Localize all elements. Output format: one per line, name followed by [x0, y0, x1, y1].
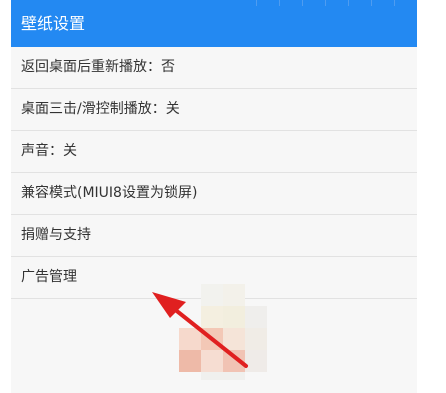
setting-return-desktop-replay[interactable]: 返回桌面后重新播放：否 [11, 47, 417, 89]
setting-desktop-triple-tap-control[interactable]: 桌面三击/滑控制播放：关 [11, 89, 417, 131]
mosaic-watermark [179, 284, 267, 380]
app-screen: 壁纸设置 返回桌面后重新播放：否 桌面三击/滑控制播放：关 声音：关 兼容模式(… [11, 0, 417, 393]
settings-list: 返回桌面后重新播放：否 桌面三击/滑控制播放：关 声音：关 兼容模式(MIUI8… [11, 47, 417, 299]
setting-compat-mode[interactable]: 兼容模式(MIUI8设置为锁屏) [11, 173, 417, 215]
setting-sound[interactable]: 声音：关 [11, 131, 417, 173]
setting-label: 捐赠与支持 [21, 227, 91, 243]
status-bar-remnant [256, 0, 417, 6]
setting-label: 兼容模式(MIUI8设置为锁屏) [21, 185, 198, 201]
page-header: 壁纸设置 [11, 0, 417, 47]
setting-label: 广告管理 [21, 269, 77, 285]
setting-label: 返回桌面后重新播放：否 [21, 59, 175, 75]
setting-donate-support[interactable]: 捐赠与支持 [11, 215, 417, 257]
setting-label: 桌面三击/滑控制播放：关 [21, 101, 180, 117]
page-title: 壁纸设置 [21, 14, 86, 33]
setting-label: 声音：关 [21, 143, 77, 159]
screenshot-frame: 壁纸设置 返回桌面后重新播放：否 桌面三击/滑控制播放：关 声音：关 兼容模式(… [0, 0, 446, 393]
